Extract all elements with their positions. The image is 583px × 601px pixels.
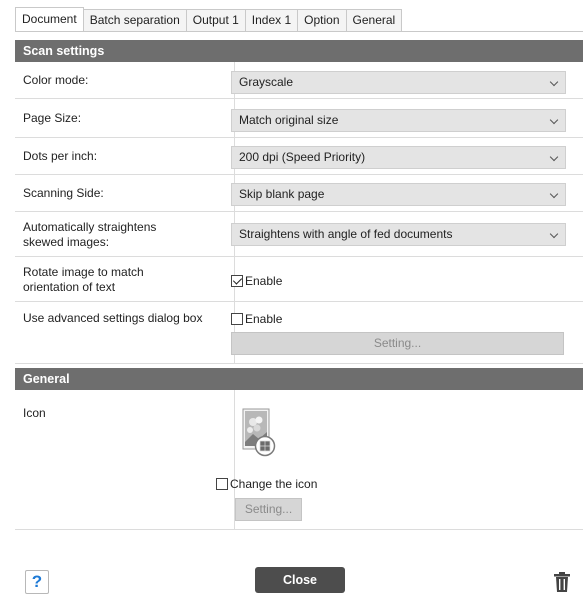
page-size-row: Page Size: Match original size bbox=[15, 99, 583, 138]
rotate-enable-checkbox[interactable]: Enable bbox=[231, 274, 282, 288]
document-icon bbox=[242, 408, 276, 457]
tab-output-1[interactable]: Output 1 bbox=[185, 9, 246, 31]
chevron-down-icon bbox=[549, 77, 559, 87]
trash-icon[interactable] bbox=[552, 571, 572, 593]
scanning-side-label: Scanning Side: bbox=[23, 186, 104, 200]
advanced-enable-checkbox[interactable]: Enable bbox=[231, 312, 282, 326]
chevron-down-icon bbox=[549, 152, 559, 162]
advanced-row: Use advanced settings dialog box Enable … bbox=[15, 302, 583, 364]
tab-bar: Document Batch separation Output 1 Index… bbox=[15, 7, 403, 31]
scanning-side-value: Skip blank page bbox=[239, 187, 325, 201]
page-size-label: Page Size: bbox=[23, 111, 82, 125]
straighten-row: Automatically straightens skewed images:… bbox=[15, 212, 583, 257]
dpi-label: Dots per inch: bbox=[23, 149, 98, 163]
icon-setting-button[interactable]: Setting... bbox=[235, 498, 302, 521]
chevron-down-icon bbox=[549, 189, 559, 199]
scanning-side-select[interactable]: Skip blank page bbox=[231, 183, 566, 206]
help-button[interactable]: ? bbox=[25, 570, 49, 594]
color-mode-select[interactable]: Grayscale bbox=[231, 71, 566, 94]
page-size-select[interactable]: Match original size bbox=[231, 109, 566, 132]
icon-label: Icon bbox=[23, 406, 46, 420]
rotate-row: Rotate image to match orientation of tex… bbox=[15, 257, 583, 302]
straighten-value: Straightens with angle of fed documents bbox=[239, 227, 453, 241]
rotate-label: Rotate image to match orientation of tex… bbox=[23, 265, 144, 294]
page-size-value: Match original size bbox=[239, 113, 339, 127]
rotate-enable-label: Enable bbox=[245, 274, 283, 288]
tab-document[interactable]: Document bbox=[15, 7, 84, 31]
tab-option[interactable]: Option bbox=[297, 9, 347, 31]
tab-index-1[interactable]: Index 1 bbox=[244, 9, 299, 31]
dpi-value: 200 dpi (Speed Priority) bbox=[239, 150, 366, 164]
change-icon-label: Change the icon bbox=[230, 477, 318, 491]
scanning-side-row: Scanning Side: Skip blank page bbox=[15, 175, 583, 212]
close-button[interactable]: Close bbox=[255, 567, 345, 593]
dpi-select[interactable]: 200 dpi (Speed Priority) bbox=[231, 146, 566, 169]
tab-general[interactable]: General bbox=[345, 9, 403, 31]
checkbox-unchecked-icon bbox=[231, 313, 243, 325]
color-mode-row: Color mode: Grayscale bbox=[15, 62, 583, 99]
general-header: General bbox=[15, 368, 583, 390]
color-mode-label: Color mode: bbox=[23, 73, 89, 87]
advanced-enable-label: Enable bbox=[245, 312, 283, 326]
straighten-select[interactable]: Straightens with angle of fed documents bbox=[231, 223, 566, 246]
checkbox-unchecked-icon bbox=[216, 478, 228, 490]
tab-batch-separation[interactable]: Batch separation bbox=[82, 9, 187, 31]
change-icon-checkbox[interactable]: Change the icon bbox=[216, 477, 317, 491]
advanced-label: Use advanced settings dialog box bbox=[23, 311, 203, 325]
scan-settings-header: Scan settings bbox=[15, 40, 583, 62]
dpi-row: Dots per inch: 200 dpi (Speed Priority) bbox=[15, 138, 583, 175]
advanced-setting-button[interactable]: Setting... bbox=[231, 332, 564, 355]
tab-divider bbox=[15, 31, 583, 32]
chevron-down-icon bbox=[549, 115, 559, 125]
checkbox-checked-icon bbox=[231, 275, 243, 287]
chevron-down-icon bbox=[549, 229, 559, 239]
question-icon: ? bbox=[31, 572, 43, 591]
color-mode-value: Grayscale bbox=[239, 75, 294, 89]
straighten-label: Automatically straightens skewed images: bbox=[23, 220, 157, 249]
